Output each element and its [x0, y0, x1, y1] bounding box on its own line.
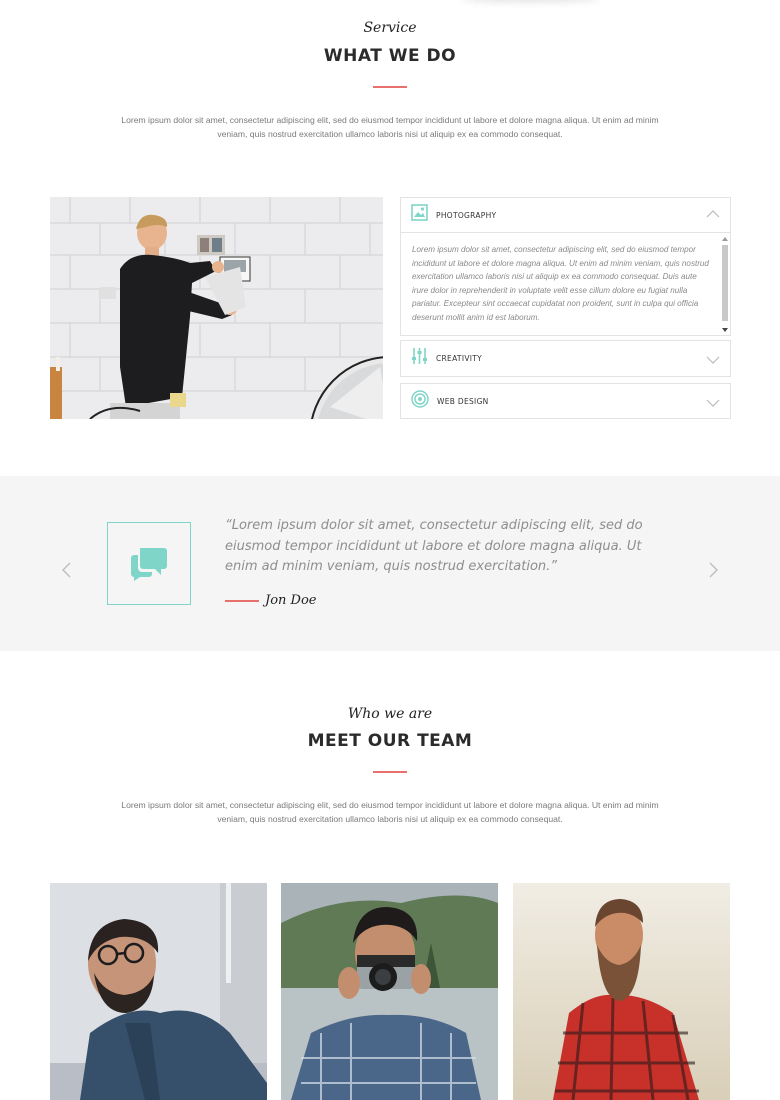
chevron-down-icon[interactable]: [706, 398, 720, 408]
services-divider: [373, 86, 407, 88]
scroll-up-icon[interactable]: [721, 235, 729, 243]
man-with-camera-photo: [281, 883, 498, 1100]
accordion-item-photography: PHOTOGRAPHY Lorem ipsum dolor sit amet, …: [400, 197, 731, 336]
man-red-plaid-photo: [513, 883, 730, 1100]
testimonial-divider: [225, 600, 259, 602]
services-script-title: Service: [363, 20, 417, 36]
team-lead: Lorem ipsum dolor sit amet, consectetur …: [121, 800, 659, 824]
target-icon: [411, 389, 429, 413]
testimonial-icon-box: [107, 522, 191, 605]
testimonial-author: Jon Doe: [265, 593, 317, 608]
accordion-title: PHOTOGRAPHY: [436, 210, 497, 220]
prev-arrow-icon[interactable]: [60, 562, 72, 578]
bearded-man-glasses-photo: [50, 883, 267, 1100]
team-title: MEET OUR TEAM: [307, 731, 473, 751]
accordion-header-creativity[interactable]: CREATIVITY: [401, 341, 730, 376]
next-arrow-icon[interactable]: [708, 562, 720, 578]
services-title: WHAT WE DO: [323, 46, 457, 66]
accordion-title: WEB DESIGN: [437, 396, 489, 406]
chat-bubbles-icon: [131, 547, 167, 581]
accordion-item-web-design[interactable]: WEB DESIGN: [400, 383, 731, 419]
team-divider: [373, 771, 407, 773]
man-at-wall-illustration: [50, 197, 383, 419]
chevron-down-icon[interactable]: [706, 355, 720, 365]
accordion-header-photography[interactable]: PHOTOGRAPHY: [401, 198, 730, 232]
team-member-photo[interactable]: [50, 883, 267, 1100]
testimonial-quote: “Lorem ipsum dolor sit amet, consectetur…: [225, 518, 643, 574]
accordion-scrollbar[interactable]: [721, 235, 729, 334]
accordion-item-creativity[interactable]: CREATIVITY: [400, 340, 731, 377]
team-member-photo[interactable]: [513, 883, 730, 1100]
services-lead: Lorem ipsum dolor sit amet, consectetur …: [121, 115, 659, 139]
accordion-body-photography: Lorem ipsum dolor sit amet, consectetur …: [401, 232, 730, 335]
scrollbar-thumb[interactable]: [722, 245, 728, 321]
chevron-up-icon[interactable]: [706, 209, 720, 219]
accordion-body-text: Lorem ipsum dolor sit amet, consectetur …: [412, 245, 709, 322]
team-member-photo[interactable]: [281, 883, 498, 1100]
sliders-icon: [411, 347, 428, 370]
accordion-header-web-design[interactable]: WEB DESIGN: [401, 384, 730, 418]
scroll-down-icon[interactable]: [721, 326, 729, 334]
team-script-title: Who we are: [347, 706, 433, 722]
accordion-title: CREATIVITY: [436, 354, 483, 363]
image-icon: [411, 204, 428, 226]
service-photo: [50, 197, 383, 419]
testimonial-section: “Lorem ipsum dolor sit amet, consectetur…: [0, 476, 780, 651]
